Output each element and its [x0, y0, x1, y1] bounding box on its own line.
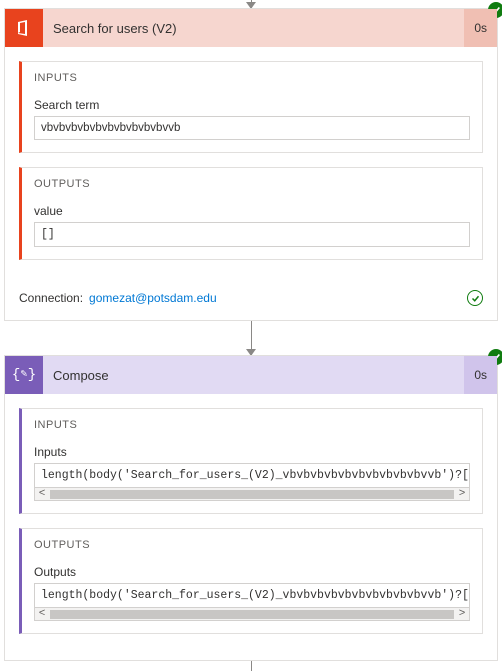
connection-label: Connection: [19, 291, 83, 305]
step-card-search-users: Search for users (V2) 0s INPUTS Search t… [4, 8, 498, 321]
flow-arrow-top [0, 0, 502, 8]
flow-arrow-bottom [0, 661, 502, 671]
inputs-section: INPUTS Inputs length(body('Search_for_us… [19, 408, 483, 514]
section-heading: OUTPUTS [34, 178, 470, 190]
scroll-right-icon[interactable]: > [455, 609, 469, 620]
step-header[interactable]: Search for users (V2) 0s [5, 9, 497, 47]
scroll-track[interactable] [50, 610, 454, 619]
step-title: Search for users (V2) [43, 21, 464, 36]
field-label: value [34, 204, 470, 218]
field-value[interactable]: vbvbvbvbvbvbvbvbvbvbvvb [34, 116, 470, 140]
field-label: Outputs [34, 565, 470, 579]
scroll-track[interactable] [50, 490, 454, 499]
connection-link[interactable]: gomezat@potsdam.edu [89, 291, 467, 305]
office-icon [5, 9, 43, 47]
compose-icon: {✎} [5, 356, 43, 394]
section-heading: INPUTS [34, 419, 470, 431]
field-value[interactable]: length(body('Search_for_users_(V2)_vbvbv… [34, 463, 470, 488]
outputs-section: OUTPUTS Outputs length(body('Search_for_… [19, 528, 483, 634]
section-heading: INPUTS [34, 72, 470, 84]
scroll-left-icon[interactable]: < [35, 609, 49, 620]
scroll-right-icon[interactable]: > [455, 489, 469, 500]
horizontal-scrollbar[interactable]: < > [34, 488, 470, 501]
step-card-compose: {✎} Compose 0s INPUTS Inputs length(body… [4, 355, 498, 661]
connection-status-ok-icon [467, 290, 483, 306]
step-header[interactable]: {✎} Compose 0s [5, 356, 497, 394]
step-duration: 0s [464, 9, 497, 47]
field-value[interactable]: [] [34, 222, 470, 247]
field-label: Inputs [34, 445, 470, 459]
outputs-section: OUTPUTS value [] [19, 167, 483, 260]
connection-row: Connection: gomezat@potsdam.edu [5, 286, 497, 320]
horizontal-scrollbar[interactable]: < > [34, 608, 470, 621]
field-value[interactable]: length(body('Search_for_users_(V2)_vbvbv… [34, 583, 470, 608]
scroll-left-icon[interactable]: < [35, 489, 49, 500]
section-heading: OUTPUTS [34, 539, 470, 551]
step-title: Compose [43, 368, 464, 383]
flow-arrow [0, 321, 502, 355]
field-label: Search term [34, 98, 470, 112]
step-duration: 0s [464, 356, 497, 394]
inputs-section: INPUTS Search term vbvbvbvbvbvbvbvbvbvbv… [19, 61, 483, 153]
